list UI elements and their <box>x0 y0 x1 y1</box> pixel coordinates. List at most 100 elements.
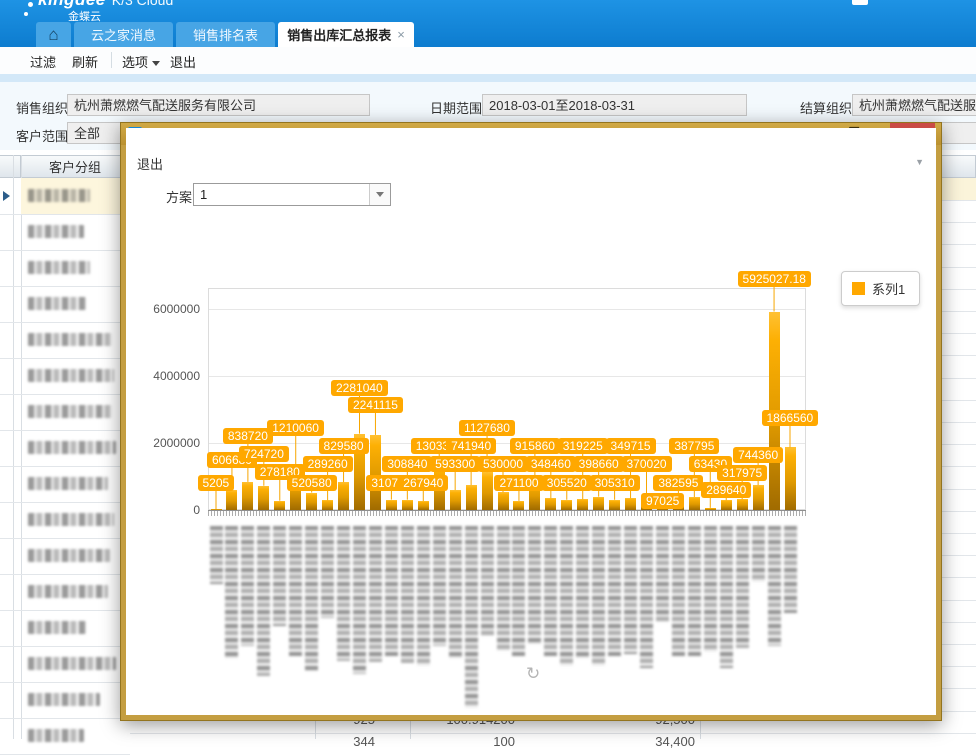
y-axis-tick-label: 4000000 <box>140 369 200 383</box>
refresh-button[interactable]: 刷新 <box>72 52 98 71</box>
x-axis-label-redacted <box>241 526 254 646</box>
x-axis-label-redacted <box>560 526 573 666</box>
bar-value-label: 319225 <box>558 438 608 454</box>
menu-overflow-icon[interactable]: ▼ <box>915 158 924 167</box>
sidebar-header-gutter <box>0 155 21 178</box>
x-axis-label-redacted <box>289 526 302 656</box>
bar-value-label: 97025 <box>641 493 684 509</box>
y-axis-tick-label: 6000000 <box>140 302 200 316</box>
tab-home[interactable]: ⌂ <box>36 22 71 47</box>
list-item[interactable] <box>21 214 130 250</box>
tab-sales-ranking[interactable]: 销售排名表 <box>176 22 275 47</box>
x-axis-label-redacted <box>528 526 541 644</box>
x-axis-label-redacted <box>433 526 446 646</box>
bar <box>370 435 381 510</box>
list-item[interactable] <box>21 682 130 718</box>
list-item[interactable] <box>21 178 130 214</box>
x-axis-label-redacted <box>640 526 653 668</box>
redacted-text <box>28 729 84 742</box>
bar <box>386 500 397 510</box>
x-axis <box>208 510 806 516</box>
bar <box>274 501 285 510</box>
x-axis-label-redacted <box>337 526 350 661</box>
x-axis-label-redacted <box>497 526 510 651</box>
sales-org-field[interactable]: 杭州萧燃燃气配送服务有限公司 <box>67 94 370 116</box>
redacted-text <box>28 333 112 346</box>
home-icon: ⌂ <box>48 26 58 43</box>
bar-value-label: 305310 <box>590 475 640 491</box>
bar <box>211 509 222 510</box>
x-axis-label-redacted <box>608 526 621 656</box>
customer-group-sidebar: 客户分组 <box>0 150 130 739</box>
list-item[interactable] <box>21 430 130 466</box>
list-item[interactable] <box>21 718 130 754</box>
chart-dialog: 图表查询 – ❒ ✕ 退出 ▼ 方案 1 0200000040000006000… <box>120 122 942 721</box>
bar <box>482 472 493 510</box>
refresh-icon[interactable]: ↻ <box>526 664 540 684</box>
list-item[interactable] <box>21 610 130 646</box>
x-axis-label-redacted <box>624 526 637 654</box>
bar-value-label: 1866560 <box>762 410 819 426</box>
settle-org-label: 结算组织 <box>800 98 852 117</box>
x-axis-label-redacted <box>544 526 557 656</box>
list-item[interactable] <box>21 574 130 610</box>
field-fragment[interactable] <box>940 122 976 144</box>
x-axis-label-redacted <box>273 526 286 626</box>
redacted-text <box>28 225 84 238</box>
x-axis-label-redacted <box>736 526 749 648</box>
date-range-field[interactable]: 2018-03-01至2018-03-31 <box>482 94 747 116</box>
exit-button[interactable]: 退出 <box>170 52 196 71</box>
list-item[interactable] <box>21 466 130 502</box>
x-axis-label-redacted <box>353 526 366 674</box>
bar <box>625 498 636 510</box>
x-axis-label-redacted <box>257 526 270 676</box>
kingdee-logo: kingdeeK/3 Cloud 金蝶云 <box>38 0 173 24</box>
tab-close-icon[interactable]: × <box>397 27 405 42</box>
bar <box>721 500 732 510</box>
list-item[interactable] <box>21 250 130 286</box>
legend-swatch-icon <box>852 282 865 295</box>
bar <box>593 497 604 510</box>
dialog-exit-button[interactable]: 退出 <box>137 154 163 173</box>
redacted-text <box>28 585 108 598</box>
bar-value-label: 305520 <box>542 475 592 491</box>
redacted-text <box>28 621 86 634</box>
x-axis-label-redacted <box>576 526 589 658</box>
bar-value-label: 349715 <box>606 438 656 454</box>
x-axis-label-redacted <box>321 526 334 618</box>
list-item[interactable] <box>21 538 130 574</box>
bar-value-label: 744360 <box>733 447 783 463</box>
redacted-text <box>28 297 86 310</box>
x-axis-label-redacted <box>417 526 430 666</box>
bar-value-label: 1127680 <box>459 420 515 436</box>
chart-legend: 系列1 <box>841 271 920 306</box>
bar-value-label: 387795 <box>669 438 719 454</box>
list-item[interactable] <box>21 322 130 358</box>
options-button[interactable]: 选项 <box>122 52 160 71</box>
bar-value-label: 724720 <box>239 446 289 462</box>
list-item[interactable] <box>21 646 130 682</box>
list-item[interactable] <box>21 286 130 322</box>
bar <box>258 486 269 510</box>
bar-value-label: 5925027.18 <box>738 271 811 287</box>
logo-dot-icon <box>24 12 28 16</box>
x-axis-label-redacted <box>210 526 223 584</box>
y-axis-tick-label: 0 <box>140 503 200 517</box>
bar-value-label: 2281040 <box>331 380 388 396</box>
list-item[interactable] <box>21 358 130 394</box>
settle-org-field[interactable]: 杭州萧燃燃气配送服务 <box>852 94 976 116</box>
bar <box>705 508 716 510</box>
bar <box>785 447 796 510</box>
x-axis-label-redacted <box>305 526 318 671</box>
tab-sales-outbound-report[interactable]: 销售出库汇总报表 × <box>278 22 414 47</box>
list-item[interactable] <box>21 502 130 538</box>
x-axis-label-redacted <box>672 526 685 656</box>
chevron-down-icon <box>152 61 160 66</box>
filter-button[interactable]: 过滤 <box>30 52 56 71</box>
list-item[interactable] <box>21 394 130 430</box>
x-axis-label-redacted <box>592 526 605 666</box>
bar <box>466 485 477 510</box>
x-axis-label-redacted <box>465 526 478 708</box>
tab-yunzhijia[interactable]: 云之家消息 <box>74 22 173 47</box>
x-axis-label-redacted <box>784 526 797 613</box>
